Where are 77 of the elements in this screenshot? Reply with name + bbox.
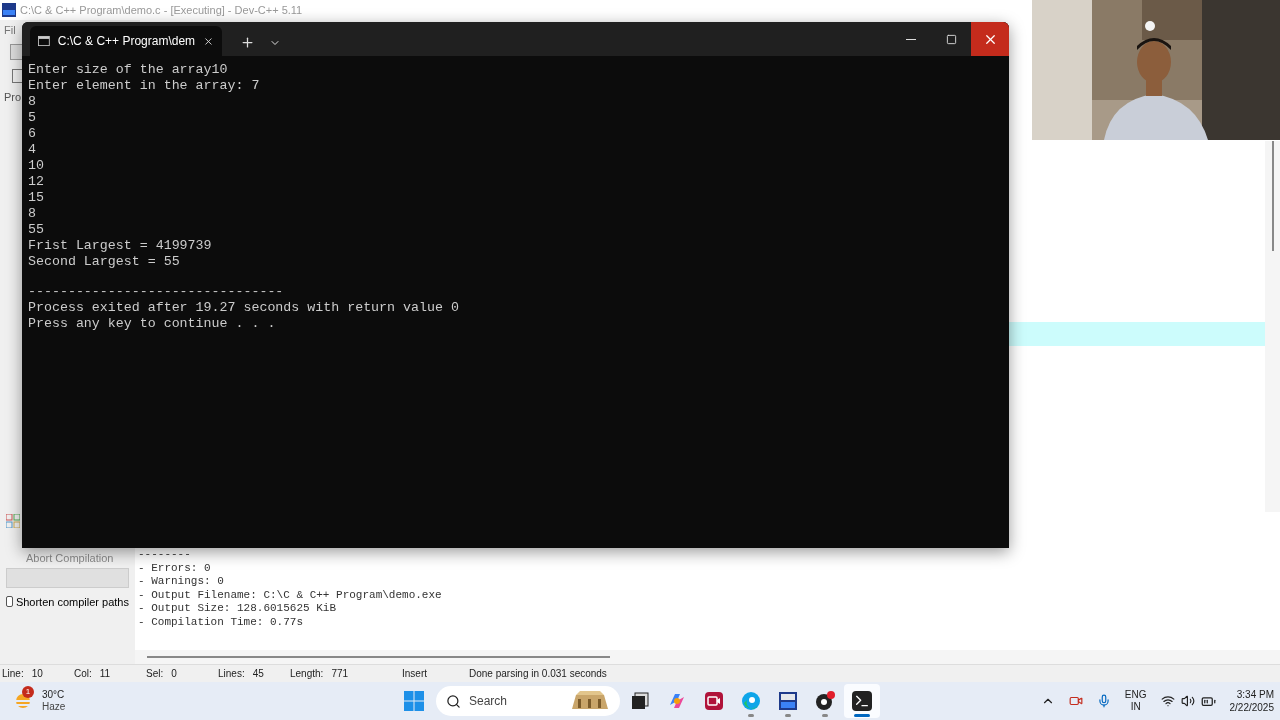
status-value: 0 [171, 667, 177, 681]
console-line: 15 [28, 190, 45, 206]
running-indicator [822, 714, 828, 717]
console-line: Enter element in the array: 7 [28, 78, 261, 94]
region-indicator[interactable]: IN [1130, 701, 1141, 713]
status-label: Length: [290, 667, 324, 681]
console-line: Second Largest = 55 [28, 254, 181, 270]
search-icon [446, 693, 461, 709]
weather-condition: Haze [42, 701, 66, 713]
running-indicator [748, 714, 754, 717]
status-label: Sel: [146, 667, 164, 681]
volume-icon[interactable] [1180, 694, 1195, 708]
start-icon[interactable] [404, 691, 424, 711]
log-line: - Compilation Time: 0.77s [138, 615, 305, 629]
edit-mode: Insert [402, 667, 428, 681]
panel-tab[interactable]: Pro [4, 88, 22, 105]
clock-time[interactable]: 3:34 PM [1236, 688, 1274, 701]
status-value: 10 [31, 667, 43, 681]
camera-icon [704, 691, 724, 711]
running-indicator [854, 714, 870, 717]
swirl-icon [667, 691, 687, 711]
status-message: Done parsing in 0.031 seconds [469, 667, 607, 681]
console-line: 6 [28, 126, 37, 142]
tab-title: C:\C & C++ Program\dem [57, 33, 196, 50]
status-label: Col: [74, 667, 92, 681]
console-separator: -------------------------------- [28, 284, 285, 300]
log-line: - Errors: 0 [138, 561, 212, 575]
console-line: Enter size of the array10 [28, 62, 229, 78]
console-icon [38, 35, 50, 47]
camera-icon[interactable] [1068, 694, 1083, 708]
log-line: -------- [138, 548, 192, 562]
status-label: Lines: [218, 667, 245, 681]
minimize-icon [906, 38, 916, 40]
running-indicator [785, 714, 791, 717]
scrollbar[interactable] [1265, 141, 1280, 512]
console-line: 8 [28, 94, 37, 110]
clock-date[interactable]: 2/22/2025 [1229, 701, 1274, 714]
terminal-icon [852, 691, 872, 711]
weather-temperature: 30°C [42, 689, 66, 701]
window-title: C:\C & C++ Program\demo.c - [Executing] - Dev-C++ 5.11 [20, 2, 303, 18]
status-value: 11 [99, 667, 111, 681]
monitor-icon [778, 691, 798, 711]
console-line: 55 [28, 222, 45, 238]
log-line: - Output Size: 128.6015625 KiB [138, 602, 338, 616]
notification-badge: 1 [22, 686, 34, 698]
log-line: - Output Filename: C:\C & C++ Program\demo.exe [138, 588, 443, 602]
console-line: Press any key to continue . . . [28, 316, 277, 332]
grid-icon [6, 514, 20, 528]
console-tab[interactable]: C:\C & C++ Program\dem [30, 26, 222, 56]
app-icon [2, 3, 16, 17]
language-indicator[interactable]: ENG [1124, 689, 1147, 701]
maximize-icon [945, 33, 957, 45]
new-tab-icon[interactable] [240, 35, 255, 50]
log-line: - Warnings: 0 [138, 575, 225, 589]
record-icon [814, 691, 836, 711]
status-value: 45 [252, 667, 264, 681]
console-line: Process exited after 19.27 seconds with return value 0 [28, 300, 460, 316]
checkbox[interactable] [6, 596, 13, 608]
search-bar[interactable]: Search [436, 686, 620, 716]
search-input[interactable]: Search [469, 692, 549, 710]
close-button[interactable] [971, 22, 1009, 56]
menu-item[interactable]: Fil [4, 22, 16, 39]
status-label: Line: [2, 667, 24, 681]
console-line: 8 [28, 206, 37, 222]
console-line: Frist Largest = 4199739 [28, 238, 213, 254]
microphone-icon[interactable] [1096, 694, 1111, 708]
console-line: 12 [28, 174, 45, 190]
console-line: 4 [28, 142, 37, 158]
status-value: 771 [331, 667, 349, 681]
console-line: 10 [28, 158, 45, 174]
checkbox-label: Shorten compiler paths [15, 594, 129, 610]
taskbar-app-button[interactable] [844, 684, 880, 718]
browser-icon [741, 691, 761, 711]
console-line: 5 [28, 110, 37, 126]
windows-icon [631, 692, 649, 710]
wifi-icon[interactable] [1160, 694, 1175, 708]
horizontal-scrollbar[interactable] [135, 650, 1280, 664]
